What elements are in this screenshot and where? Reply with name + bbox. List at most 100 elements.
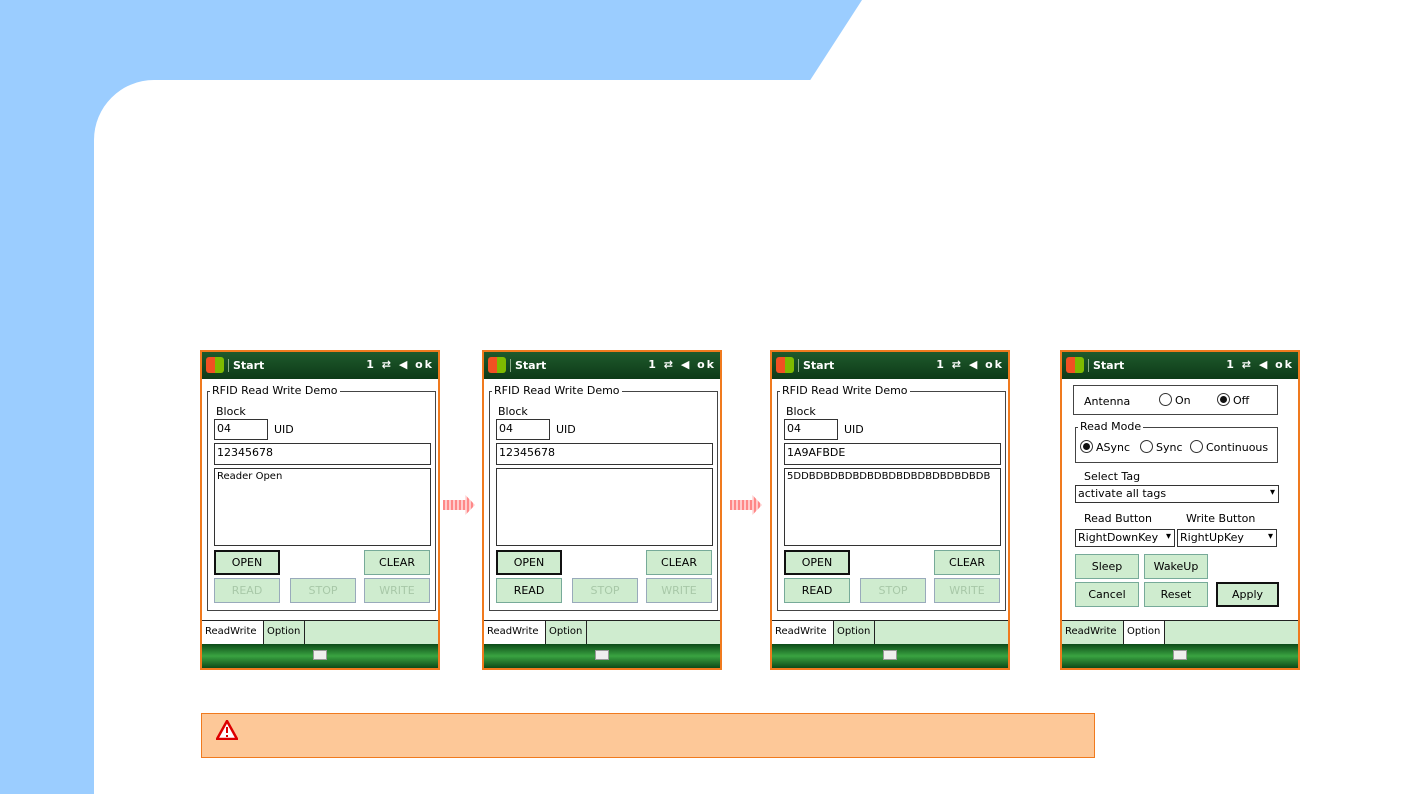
write-button-dropdown[interactable]: RightUpKey — [1177, 529, 1277, 547]
stop-button[interactable]: STOP — [290, 578, 356, 603]
tab-bar: ReadWrite Option — [202, 620, 438, 644]
tab-bar: ReadWrite Option — [1062, 620, 1298, 644]
block-input[interactable]: 04 — [214, 419, 268, 440]
log-textarea[interactable]: Reader Open — [214, 468, 431, 546]
uid-input[interactable]: 1A9AFBDE — [784, 443, 1001, 465]
continuous-radio[interactable]: Continuous — [1190, 440, 1268, 454]
tab-bar: ReadWrite Option — [484, 620, 720, 644]
readwrite-screen: Start 1 ⇄ ◀ ok RFID Read Write Demo Block… — [482, 350, 722, 670]
block-label: Block — [498, 405, 528, 418]
uid-label: UID — [556, 423, 576, 436]
read-button[interactable]: READ — [496, 578, 562, 603]
select-tag-label: Select Tag — [1084, 470, 1141, 483]
write-button-label: Write Button — [1186, 512, 1256, 525]
antenna-off-radio[interactable]: Off — [1217, 393, 1249, 407]
write-button[interactable]: WRITE — [364, 578, 430, 603]
bottom-bar — [484, 644, 720, 668]
apply-button[interactable]: Apply — [1216, 582, 1279, 607]
clear-button[interactable]: CLEAR — [934, 550, 1000, 575]
start-label[interactable]: Start — [798, 359, 834, 372]
antenna-box: Antenna On Off — [1073, 385, 1278, 415]
status-icons[interactable]: 1 ⇄ ◀ ok — [648, 358, 716, 371]
block-label: Block — [216, 405, 246, 418]
readwrite-screen: Start 1 ⇄ ◀ ok RFID Read Write Demo Block… — [770, 350, 1010, 670]
uid-input[interactable]: 12345678 — [496, 443, 713, 465]
tab-readwrite[interactable]: ReadWrite — [202, 621, 264, 644]
keyboard-icon[interactable] — [883, 650, 897, 660]
group-title: RFID Read Write Demo — [210, 384, 340, 397]
option-screen: Start 1 ⇄ ◀ ok Antenna On Off Read Mode A… — [1060, 350, 1300, 670]
sleep-button[interactable]: Sleep — [1075, 554, 1139, 579]
uid-label: UID — [844, 423, 864, 436]
windows-logo-icon[interactable] — [206, 357, 224, 373]
start-label[interactable]: Start — [510, 359, 546, 372]
open-button[interactable]: OPEN — [214, 550, 280, 575]
tab-readwrite[interactable]: ReadWrite — [772, 621, 834, 644]
select-tag-dropdown[interactable]: activate all tags — [1075, 485, 1279, 503]
start-label[interactable]: Start — [1088, 359, 1124, 372]
status-icons[interactable]: 1 ⇄ ◀ ok — [366, 358, 434, 371]
write-button[interactable]: WRITE — [646, 578, 712, 603]
group-title: RFID Read Write Demo — [780, 384, 910, 397]
tab-option[interactable]: Option — [1124, 621, 1165, 644]
tab-option[interactable]: Option — [264, 621, 305, 644]
read-button-label: Read Button — [1084, 512, 1152, 525]
windows-logo-icon[interactable] — [776, 357, 794, 373]
background-corner — [94, 80, 214, 200]
title-bar: Start 1 ⇄ ◀ ok — [1062, 352, 1298, 379]
tab-readwrite[interactable]: ReadWrite — [484, 621, 546, 644]
windows-logo-icon[interactable] — [488, 357, 506, 373]
tab-readwrite[interactable]: ReadWrite — [1062, 621, 1124, 644]
reset-button[interactable]: Reset — [1144, 582, 1208, 607]
sync-radio[interactable]: Sync — [1140, 440, 1183, 454]
clear-button[interactable]: CLEAR — [364, 550, 430, 575]
block-label: Block — [786, 405, 816, 418]
read-mode-group: Read Mode ASync Sync Continuous — [1075, 420, 1278, 463]
stop-button[interactable]: STOP — [572, 578, 638, 603]
arrow-right-icon — [443, 495, 475, 515]
keyboard-icon[interactable] — [313, 650, 327, 660]
async-radio[interactable]: ASync — [1080, 440, 1130, 454]
read-mode-label: Read Mode — [1078, 420, 1144, 433]
tab-bar: ReadWrite Option — [772, 620, 1008, 644]
bottom-bar — [772, 644, 1008, 668]
cancel-button[interactable]: Cancel — [1075, 582, 1139, 607]
arrow-right-icon — [730, 495, 762, 515]
log-textarea[interactable]: 5DDBDBDBDBDBDBDBDBDBDBDBDBDB — [784, 468, 1001, 546]
warning-icon — [216, 720, 238, 740]
open-button[interactable]: OPEN — [784, 550, 850, 575]
group-title: RFID Read Write Demo — [492, 384, 622, 397]
warning-box — [201, 713, 1095, 758]
background-band-left — [0, 0, 94, 794]
tab-option[interactable]: Option — [834, 621, 875, 644]
bottom-bar — [202, 644, 438, 668]
keyboard-icon[interactable] — [1173, 650, 1187, 660]
bottom-bar — [1062, 644, 1298, 668]
log-textarea[interactable] — [496, 468, 713, 546]
wakeup-button[interactable]: WakeUp — [1144, 554, 1208, 579]
title-bar: Start 1 ⇄ ◀ ok — [484, 352, 720, 379]
read-button-dropdown[interactable]: RightDownKey — [1075, 529, 1175, 547]
read-button[interactable]: READ — [214, 578, 280, 603]
uid-label: UID — [274, 423, 294, 436]
uid-input[interactable]: 12345678 — [214, 443, 431, 465]
status-icons[interactable]: 1 ⇄ ◀ ok — [936, 358, 1004, 371]
title-bar: Start 1 ⇄ ◀ ok — [772, 352, 1008, 379]
stop-button[interactable]: STOP — [860, 578, 926, 603]
block-input[interactable]: 04 — [784, 419, 838, 440]
open-button[interactable]: OPEN — [496, 550, 562, 575]
antenna-label: Antenna — [1084, 395, 1131, 408]
readwrite-screen: Start 1 ⇄ ◀ ok RFID Read Write Demo Block… — [200, 350, 440, 670]
windows-logo-icon[interactable] — [1066, 357, 1084, 373]
start-label[interactable]: Start — [228, 359, 264, 372]
read-button[interactable]: READ — [784, 578, 850, 603]
write-button[interactable]: WRITE — [934, 578, 1000, 603]
background-band-top — [0, 0, 862, 80]
clear-button[interactable]: CLEAR — [646, 550, 712, 575]
status-icons[interactable]: 1 ⇄ ◀ ok — [1226, 358, 1294, 371]
tab-option[interactable]: Option — [546, 621, 587, 644]
title-bar: Start 1 ⇄ ◀ ok — [202, 352, 438, 379]
antenna-on-radio[interactable]: On — [1159, 393, 1191, 407]
block-input[interactable]: 04 — [496, 419, 550, 440]
keyboard-icon[interactable] — [595, 650, 609, 660]
